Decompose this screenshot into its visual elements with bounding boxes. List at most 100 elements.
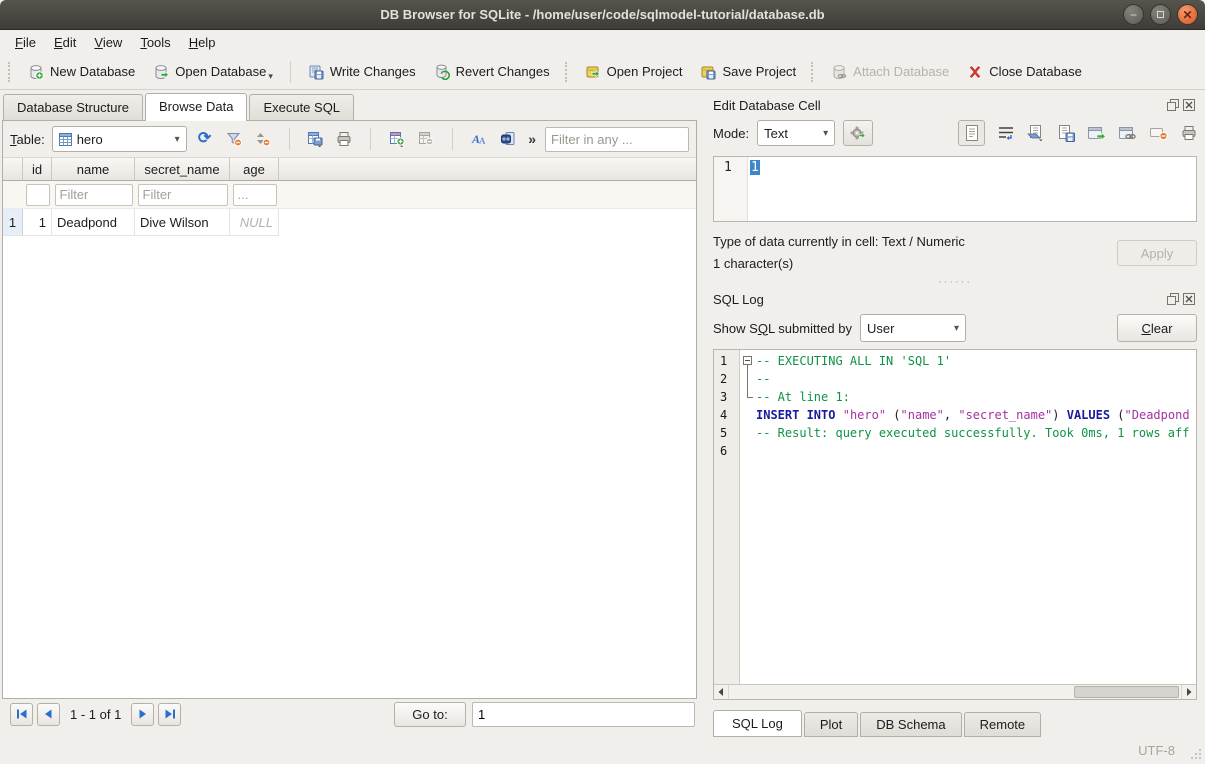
menu-view[interactable]: View <box>85 32 131 53</box>
column-header-id[interactable]: id <box>23 158 52 181</box>
sql-statement: INSERT INTO "hero" ("name", "secret_name… <box>756 406 1190 424</box>
new-database-button[interactable]: New Database <box>19 60 144 84</box>
table-select[interactable]: hero ▾ <box>52 126 187 152</box>
print-table-button[interactable] <box>333 127 355 151</box>
first-page-button[interactable] <box>10 703 33 726</box>
left-pane: Database Structure Browse Data Execute S… <box>0 90 705 737</box>
cell-id[interactable]: 1 <box>23 209 52 236</box>
import-icon[interactable] <box>1027 125 1045 142</box>
font-settings-button[interactable]: AA <box>468 127 490 151</box>
open-project-button[interactable]: Open Project <box>576 60 692 84</box>
scroll-right-icon[interactable] <box>1181 685 1196 699</box>
export-table-button[interactable] <box>304 127 326 151</box>
table-row[interactable]: 1 1 Deadpond Dive Wilson NULL <box>3 209 696 236</box>
last-page-button[interactable] <box>158 703 181 726</box>
menu-tools[interactable]: Tools <box>131 32 179 53</box>
menu-edit[interactable]: Edit <box>45 32 85 53</box>
save-project-button[interactable]: Save Project <box>691 60 805 84</box>
tab-db-schema[interactable]: DB Schema <box>860 712 961 737</box>
column-header-name[interactable]: name <box>52 158 135 181</box>
delete-row-icon <box>418 131 434 147</box>
refresh-button[interactable]: ⟳ <box>194 127 216 151</box>
link-icon[interactable] <box>1119 126 1137 141</box>
first-page-icon <box>16 709 28 719</box>
print-icon[interactable] <box>1181 125 1197 141</box>
menu-help[interactable]: Help <box>180 32 225 53</box>
minimize-button[interactable]: − <box>1123 4 1144 25</box>
find-in-cells-button[interactable] <box>497 127 519 151</box>
tab-database-structure[interactable]: Database Structure <box>3 94 143 120</box>
toolbar-overflow-icon[interactable]: » <box>528 131 536 147</box>
word-wrap-icon[interactable] <box>998 125 1014 141</box>
row-number[interactable]: 1 <box>3 209 23 236</box>
tab-execute-sql[interactable]: Execute SQL <box>249 94 354 120</box>
previous-page-button[interactable] <box>37 703 60 726</box>
mode-label: Mode: <box>713 126 749 141</box>
sql-source-value: User <box>867 321 894 336</box>
dropdown-caret-icon[interactable]: ▾ <box>268 71 273 82</box>
menu-file[interactable]: File <box>6 32 45 53</box>
float-dock-icon[interactable] <box>1167 293 1179 305</box>
close-button[interactable]: ✕ <box>1177 4 1198 25</box>
cell-name[interactable]: Deadpond <box>52 209 135 236</box>
dock-splitter[interactable]: ······ <box>713 275 1197 288</box>
close-database-button[interactable]: Close Database <box>958 60 1091 84</box>
maximize-button[interactable] <box>1150 4 1171 25</box>
chevron-down-icon: ▾ <box>823 128 828 139</box>
sql-log-gutter: 1 2 3 4 5 6 <box>714 350 740 684</box>
goto-input[interactable] <box>472 702 695 727</box>
sql-source-select[interactable]: User ▾ <box>860 314 966 342</box>
cell-editor[interactable]: 1 1 <box>713 156 1197 222</box>
tab-sql-log[interactable]: SQL Log <box>713 710 802 737</box>
svg-text:A: A <box>479 136 486 146</box>
browse-data-frame: Table: hero ▾ ⟳ <box>2 120 697 699</box>
apply-button: Apply <box>1117 240 1197 266</box>
write-changes-button[interactable]: Write Changes <box>299 60 425 84</box>
revert-changes-button[interactable]: Revert Changes <box>425 60 559 84</box>
pagination-bar: 1 - 1 of 1 Go to: <box>2 699 705 729</box>
apply-cell-icon[interactable] <box>1088 126 1106 141</box>
open-database-button[interactable]: Open Database ▾ <box>144 60 282 84</box>
cell-age[interactable]: NULL <box>230 209 279 236</box>
filter-any-input[interactable] <box>545 127 689 152</box>
cell-editor-gutter: 1 <box>714 157 748 221</box>
scrollbar-track[interactable] <box>729 685 1181 699</box>
scroll-left-icon[interactable] <box>714 685 729 699</box>
goto-button[interactable]: Go to: <box>394 702 466 727</box>
clear-sorting-button[interactable] <box>252 127 274 151</box>
log-horizontal-scrollbar[interactable] <box>714 684 1196 699</box>
resize-grip[interactable] <box>1190 748 1202 760</box>
filter-input-secret-name[interactable] <box>138 184 228 206</box>
column-header-secret-name[interactable]: secret_name <box>135 158 230 181</box>
close-dock-icon[interactable] <box>1183 99 1195 111</box>
float-dock-icon[interactable] <box>1167 99 1179 111</box>
tab-plot[interactable]: Plot <box>804 712 858 737</box>
close-dock-icon[interactable] <box>1183 293 1195 305</box>
table-label: Table: <box>10 132 45 147</box>
filter-input-id[interactable] <box>26 184 50 206</box>
find-icon <box>500 131 516 147</box>
sql-log-body[interactable]: 1 2 3 4 5 6 -- EXECUTING ALL IN 'SQL 1' … <box>714 350 1196 684</box>
delete-record-button <box>415 127 437 151</box>
set-null-icon[interactable] <box>1150 126 1168 141</box>
column-header-age[interactable]: age <box>230 158 279 181</box>
scrollbar-thumb[interactable] <box>1074 686 1179 698</box>
insert-record-button[interactable] <box>386 127 408 151</box>
close-database-icon <box>967 64 983 80</box>
auto-mode-button[interactable] <box>843 120 873 146</box>
tab-remote[interactable]: Remote <box>964 712 1042 737</box>
filter-input-age[interactable] <box>233 184 277 206</box>
next-page-button[interactable] <box>131 703 154 726</box>
export-icon[interactable] <box>1058 125 1075 142</box>
filter-input-name[interactable] <box>55 184 133 206</box>
cell-secret-name[interactable]: Dive Wilson <box>135 209 230 236</box>
text-document-button[interactable] <box>958 120 985 146</box>
attach-database-icon <box>831 64 847 80</box>
tab-browse-data[interactable]: Browse Data <box>145 93 247 121</box>
fold-marker-icon[interactable] <box>740 352 756 370</box>
clear-sort-icon <box>255 131 271 147</box>
cell-editor-body[interactable]: 1 <box>748 157 1196 221</box>
mode-select[interactable]: Text ▾ <box>757 120 835 146</box>
clear-filters-button[interactable] <box>223 127 245 151</box>
clear-log-button[interactable]: Clear <box>1117 314 1197 342</box>
